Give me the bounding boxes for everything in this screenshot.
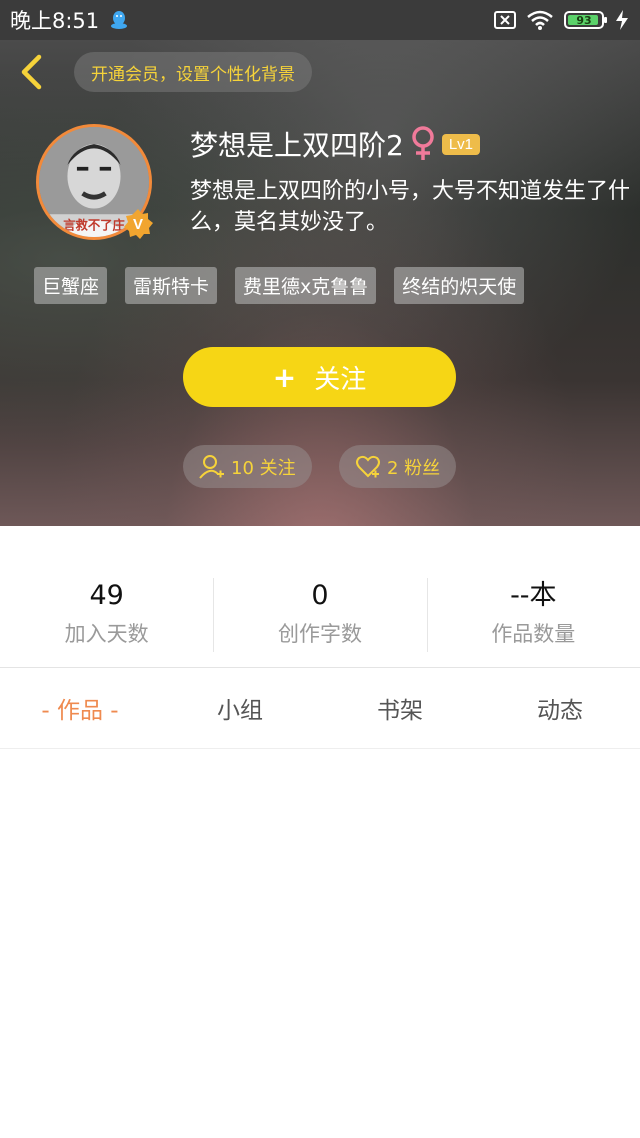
- tag-item[interactable]: 巨蟹座: [34, 267, 108, 304]
- verified-badge: V: [122, 208, 154, 240]
- qq-icon: [111, 11, 128, 29]
- female-gender-icon: [412, 126, 434, 160]
- status-bar: 晚上8:51 93: [0, 0, 640, 40]
- profile-header: 开通会员，设置个性化背景 言救不了庄 V 梦想是上双四阶2 Lv1 梦想是上双四…: [0, 40, 640, 526]
- stat-label: 作品数量: [491, 622, 576, 646]
- fans-count: 2 粉丝: [387, 457, 441, 479]
- fans-count-button[interactable]: 2 粉丝: [339, 445, 457, 488]
- stat-label: 创作字数: [277, 622, 362, 646]
- tab-works[interactable]: - 作品 -: [0, 668, 160, 748]
- profile-name-row: 梦想是上双四阶2 Lv1: [190, 124, 481, 164]
- stat-value: 49: [89, 580, 124, 611]
- stat-join-days: 49 加入天数: [0, 578, 213, 652]
- back-arrow-icon: [21, 54, 42, 90]
- person-add-icon: [199, 454, 224, 479]
- profile-bio: 梦想是上双四阶的小号，大号不知道发生了什么，莫名其妙没了。: [190, 179, 631, 235]
- avatar-caption: 言救不了庄: [63, 217, 125, 232]
- verified-letter: V: [132, 215, 143, 233]
- status-time: 晚上8:51: [10, 9, 100, 33]
- wifi-icon: [527, 10, 553, 30]
- tag-item[interactable]: 费里德x克鲁鲁: [235, 267, 377, 304]
- tag-item[interactable]: 雷斯特卡: [125, 267, 218, 304]
- tab-bookshelf[interactable]: 书架: [320, 668, 480, 748]
- level-badge: Lv1: [441, 133, 481, 155]
- divider: [0, 748, 640, 749]
- stat-word-count: 0 创作字数: [213, 578, 426, 652]
- tag-item[interactable]: 终结的炽天使: [394, 267, 525, 304]
- charging-icon: [616, 10, 628, 30]
- vip-background-button[interactable]: 开通会员，设置个性化背景: [74, 52, 312, 92]
- stat-label: 加入天数: [64, 622, 149, 646]
- battery-level: 93: [576, 13, 592, 27]
- stat-value: 0: [311, 580, 329, 611]
- tab-groups[interactable]: 小组: [160, 668, 320, 748]
- battery-icon: 93: [564, 11, 607, 29]
- plus-icon: +: [272, 360, 297, 394]
- vip-prompt-text: 开通会员，设置个性化背景: [91, 64, 295, 85]
- profile-tags: 巨蟹座 雷斯特卡 费里德x克鲁鲁 终结的炽天使: [34, 267, 525, 304]
- profile-stats: 49 加入天数 0 创作字数 --本 作品数量: [0, 578, 640, 652]
- stat-works-count: --本 作品数量: [426, 578, 640, 652]
- back-button[interactable]: [14, 52, 48, 92]
- follow-button[interactable]: + 关注: [183, 347, 456, 407]
- following-count: 10 关注: [231, 457, 296, 479]
- following-count-button[interactable]: 10 关注: [183, 445, 312, 488]
- profile-tabs: - 作品 - 小组 书架 动态: [0, 668, 640, 748]
- follow-label: 关注: [314, 364, 367, 395]
- stat-value: --本: [510, 580, 557, 611]
- username: 梦想是上双四阶2: [190, 129, 404, 162]
- tab-activity[interactable]: 动态: [480, 668, 640, 748]
- notification-x-icon: [494, 11, 516, 29]
- heart-add-icon: [356, 455, 380, 477]
